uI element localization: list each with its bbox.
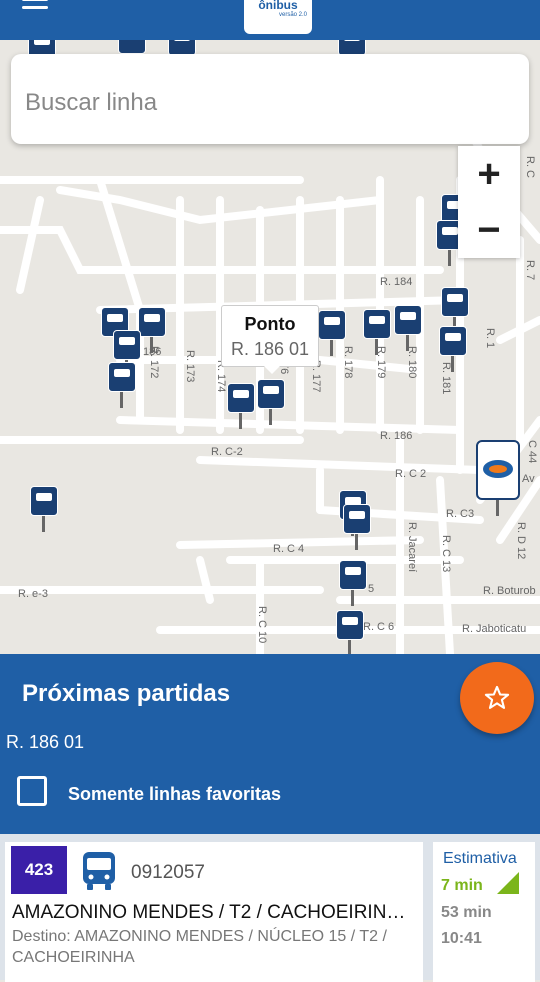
zoom-in-button[interactable]: +: [458, 146, 520, 202]
estimate-second: 53 min: [441, 904, 492, 921]
estimate-title: Estimativa: [443, 850, 517, 867]
menu-icon[interactable]: [22, 0, 48, 18]
bus-stop-marker[interactable]: [336, 610, 364, 654]
search-bar: [11, 54, 529, 144]
bus-icon: [83, 852, 115, 890]
popup-title: Ponto: [244, 314, 296, 334]
bus-stop-marker[interactable]: [257, 379, 285, 425]
bus-stop-marker[interactable]: [339, 560, 367, 606]
logo-text: ônibus: [258, 0, 298, 12]
vehicle-code: 0912057: [131, 862, 205, 883]
road-label: R. D 12: [515, 522, 527, 560]
departures-panel: Próximas partidas R. 186 01 Somente linh…: [0, 654, 540, 834]
search-input[interactable]: [23, 88, 507, 118]
road-label: Av: [522, 473, 535, 485]
road-label: R. C: [524, 156, 536, 178]
stop-name: R. 186 01: [6, 732, 85, 752]
road-label: 5: [368, 583, 375, 595]
bus-stop-marker[interactable]: [343, 504, 371, 550]
road-label: R. 186: [380, 430, 413, 442]
road-label: R. C 10: [256, 606, 268, 644]
road-label: C 44: [526, 440, 538, 464]
bus-stop-marker[interactable]: [227, 383, 255, 429]
bus-stop-marker[interactable]: [30, 486, 58, 532]
road-label: R. C 6: [363, 621, 395, 633]
panel-title: Próximas partidas: [22, 680, 231, 707]
zoom-controls: + −: [458, 146, 520, 258]
bus-stop-marker[interactable]: [318, 310, 346, 356]
bus-stop-marker[interactable]: [394, 305, 422, 351]
road-label: R. Boturob: [483, 585, 536, 597]
company-stop-marker[interactable]: [476, 440, 520, 516]
departure-card[interactable]: 423 0912057 AMAZONINO MENDES / T2 / CACH…: [5, 842, 423, 982]
road-label: R. 1: [484, 328, 496, 349]
road-label: R. C 13: [440, 535, 452, 573]
estimate-third: 10:41: [441, 930, 482, 947]
road-label: R. C 4: [273, 543, 305, 555]
zoom-out-button[interactable]: −: [458, 202, 520, 258]
road-label: R. C-2: [211, 446, 243, 458]
line-number-badge: 423: [11, 846, 67, 894]
road-label: R. 173: [184, 350, 196, 383]
road-label: R. C 2: [395, 468, 427, 480]
favorites-checkbox[interactable]: [17, 776, 47, 806]
stop-info-popup[interactable]: Ponto R. 186 01: [221, 305, 319, 374]
popup-subtitle: R. 186 01: [230, 339, 310, 359]
app-logo: ônibus versão 2.0: [244, 0, 312, 34]
star-icon: [484, 685, 510, 709]
road-label: R. e-3: [18, 588, 48, 600]
bus-stop-marker[interactable]: [439, 326, 467, 372]
realtime-signal-icon: [497, 872, 519, 894]
bus-stop-marker[interactable]: [138, 307, 166, 353]
route-destination: Destino: AMAZONINO MENDES / NÚCLEO 15 / …: [12, 928, 387, 966]
bus-stop-marker[interactable]: [363, 309, 391, 355]
map-view[interactable]: R. 184 R. 186 R. C-2 R. C 2 R. C3 R. C 4…: [0, 40, 540, 654]
route-name: AMAZONINO MENDES / T2 / CACHOEIRINHA: [12, 902, 412, 923]
logo-subtext: versão 2.0: [278, 12, 308, 18]
road-label: R. 184: [380, 276, 413, 288]
road-label: R. 7: [524, 260, 536, 281]
estimate-card[interactable]: Estimativa 7 min 53 min 10:41: [433, 842, 535, 982]
estimate-next: 7 min: [441, 877, 483, 894]
company-logo-icon: [476, 440, 520, 500]
favorite-button[interactable]: [460, 662, 534, 734]
favorites-label[interactable]: Somente linhas favoritas: [68, 784, 281, 805]
road-label: R. Jaboticatu: [462, 623, 527, 635]
road-label: R. C3: [446, 508, 475, 520]
road-label: R. Jacareí: [406, 522, 418, 573]
bus-stop-marker[interactable]: [108, 362, 136, 408]
top-app-bar: ônibus versão 2.0: [0, 0, 540, 40]
